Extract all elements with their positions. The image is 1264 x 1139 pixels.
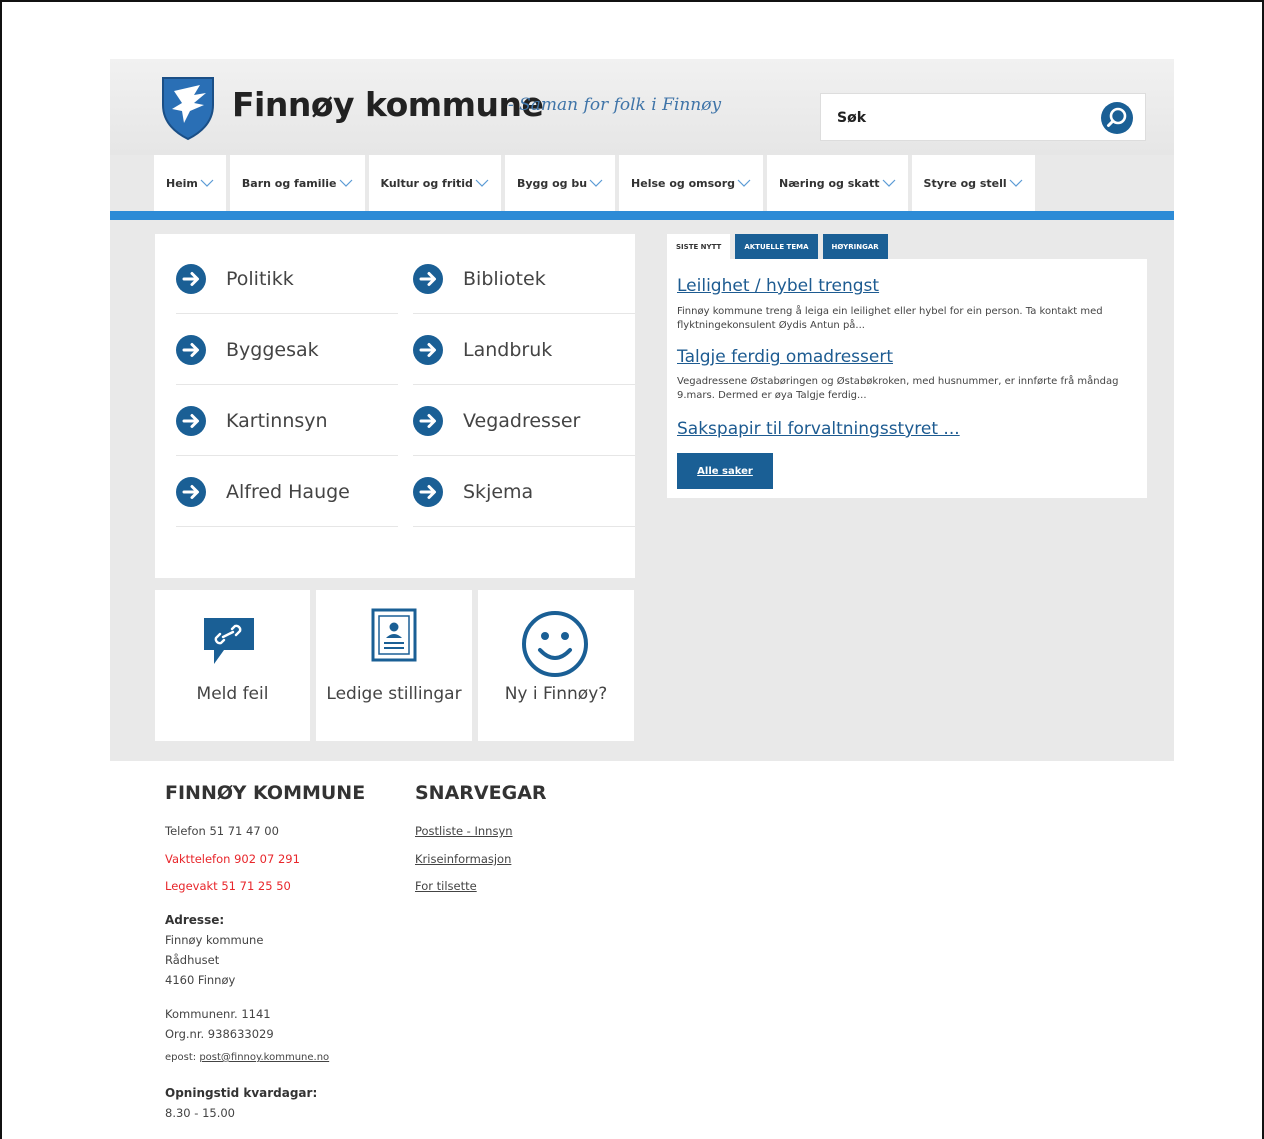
arrow-right-circle-icon (413, 476, 443, 507)
brand-name[interactable]: Finnøy kommune (232, 85, 544, 124)
search-input[interactable] (837, 106, 1087, 130)
arrow-right-circle-icon (176, 405, 206, 436)
footer-emergency: Legevakt 51 71 25 50 (165, 879, 291, 893)
footer-email-label: epost: (165, 1052, 197, 1063)
nav-item-styre-og-stell[interactable]: Styre og stell (911, 155, 1035, 211)
quick-link-kartinnsyn[interactable]: Kartinnsyn (176, 386, 398, 456)
tile-ledige-stillingar[interactable]: Ledige stillingar (316, 590, 472, 741)
quick-link-politikk[interactable]: Politikk (176, 244, 398, 314)
nav-label: Bygg og bu (516, 176, 588, 190)
footer-address-line: Rådhuset (165, 953, 220, 967)
nav-item-helse-og-omsorg[interactable]: Helse og omsorg (619, 155, 764, 211)
footer-shortcuts-title: SNARVEGAR (415, 782, 547, 804)
chevron-down-icon (882, 179, 895, 187)
quick-link-label: Byggesak (226, 338, 319, 361)
footer-address-line: 4160 Finnøy (165, 973, 236, 987)
footer-hours: 8.30 - 15.00 (165, 1106, 235, 1120)
site-header: Finnøy kommune - Saman for folk i Finnøy (110, 59, 1174, 155)
nav-item-barn-og-familie[interactable]: Barn og familie (229, 155, 365, 211)
news-item-title[interactable]: Sakspapir til forvaltningsstyret ... (677, 419, 960, 439)
job-profile-icon (371, 608, 417, 662)
chevron-down-icon (475, 179, 489, 187)
arrow-right-circle-icon (176, 476, 206, 507)
tab-hoyringar[interactable]: HØYRINGAR (822, 234, 888, 259)
footer-address-label: Adresse: (165, 913, 225, 927)
quick-link-skjema[interactable]: Skjema (413, 457, 635, 527)
nav-divider (110, 211, 1174, 220)
footer-org-number: Org.nr. 938633029 (165, 1027, 274, 1041)
footer-municipality-number: Kommunenr. 1141 (165, 1007, 271, 1021)
tile-label: Meld feil (196, 684, 269, 704)
chevron-down-icon (339, 179, 352, 187)
tile-meld-feil[interactable]: Meld feil (155, 590, 310, 741)
quick-link-alfred-hauge[interactable]: Alfred Hauge (176, 457, 398, 527)
quick-link-label: Bibliotek (463, 267, 546, 290)
news-item-title[interactable]: Leilighet / hybel trengst (677, 276, 879, 296)
arrow-right-circle-icon (176, 263, 206, 294)
nav-label: Styre og stell (923, 176, 1007, 190)
news-item-summary: Vegadressene Østabøringen og Østabøkroke… (677, 376, 1119, 401)
quick-link-byggesak[interactable]: Byggesak (176, 315, 398, 385)
nav-item-bygg-og-bu[interactable]: Bygg og bu (504, 155, 616, 211)
footer-phone: Telefon 51 71 47 00 (165, 824, 279, 838)
tile-label: Ledige stillingar (326, 684, 462, 704)
nav-item-kultur-og-fritid[interactable]: Kultur og fritid (368, 155, 501, 211)
news-tabs: SISTE NYTT AKTUELLE TEMA HØYRINGAR (667, 234, 888, 259)
tile-ny-i-finnoy[interactable]: Ny i Finnøy? (478, 590, 634, 741)
shortcut-link-postliste[interactable]: Postliste - Innsyn (415, 824, 513, 838)
arrow-right-circle-icon (176, 334, 206, 365)
smiley-icon (522, 611, 588, 677)
shortcut-link-kriseinformasjon[interactable]: Kriseinformasjon (415, 852, 511, 866)
quick-link-bibliotek[interactable]: Bibliotek (413, 244, 635, 314)
nav-label: Heim (166, 176, 198, 190)
quick-link-label: Vegadresser (463, 409, 581, 432)
arrow-right-circle-icon (413, 334, 443, 365)
footer-duty-phone: Vakttelefon 902 07 291 (165, 852, 300, 866)
footer-hours-label: Opningstid kvardagar: (165, 1086, 318, 1100)
brand-tagline: - Saman for folk i Finnøy (508, 95, 722, 115)
footer-address-line: Finnøy kommune (165, 933, 264, 947)
footer-email-link[interactable]: post@finnoy.kommune.no (199, 1052, 329, 1063)
all-news-button[interactable]: Alle saker (677, 453, 773, 489)
news-item-title[interactable]: Talgje ferdig omadressert (677, 347, 893, 367)
quick-link-label: Skjema (463, 480, 534, 503)
chevron-down-icon (589, 179, 603, 187)
quick-link-label: Kartinnsyn (226, 409, 328, 432)
main-navigation: Heim Barn og familie Kultur og fritid By… (154, 155, 1035, 211)
page-body: Finnøy kommune - Saman for folk i Finnøy… (110, 59, 1174, 761)
chevron-down-icon (737, 179, 751, 187)
quick-link-vegadresser[interactable]: Vegadresser (413, 386, 635, 456)
shortcut-link-for-tilsette[interactable]: For tilsette (415, 879, 477, 893)
nav-label: Kultur og fritid (380, 176, 473, 190)
search-button[interactable] (1101, 102, 1133, 134)
nav-label: Helse og omsorg (631, 176, 736, 190)
quick-link-label: Alfred Hauge (226, 480, 350, 503)
nav-label: Næring og skatt (779, 176, 880, 190)
arrow-right-circle-icon (413, 405, 443, 436)
quick-link-landbruk[interactable]: Landbruk (413, 315, 635, 385)
quick-link-label: Landbruk (463, 338, 553, 361)
chevron-down-icon (200, 179, 214, 187)
nav-label: Barn og familie (241, 176, 337, 190)
nav-item-naering-og-skatt[interactable]: Næring og skatt (767, 155, 908, 211)
quick-links-panel: Politikk Bibliotek Byggesak Landbruk Kar… (155, 234, 635, 578)
municipality-shield-logo[interactable] (160, 75, 216, 141)
arrow-right-circle-icon (413, 263, 443, 294)
footer-email-row: epost: post@finnoy.kommune.no (165, 1052, 329, 1063)
tile-label: Ny i Finnøy? (504, 684, 608, 704)
tab-aktuelle-tema[interactable]: AKTUELLE TEMA (735, 234, 818, 259)
tab-siste-nytt[interactable]: SISTE NYTT (667, 234, 731, 259)
news-panel: Leilighet / hybel trengst Finnøy kommune… (667, 259, 1147, 498)
footer-contact-title: FINNØY KOMMUNE (165, 782, 366, 804)
report-issue-icon (204, 618, 254, 664)
quick-link-label: Politikk (226, 267, 294, 290)
news-item-summary: Finnøy kommune treng å leiga ein leiligh… (677, 306, 1103, 331)
search-icon (1107, 107, 1127, 127)
search-box (820, 93, 1146, 141)
chevron-down-icon (1009, 179, 1023, 187)
nav-item-heim[interactable]: Heim (154, 155, 226, 211)
